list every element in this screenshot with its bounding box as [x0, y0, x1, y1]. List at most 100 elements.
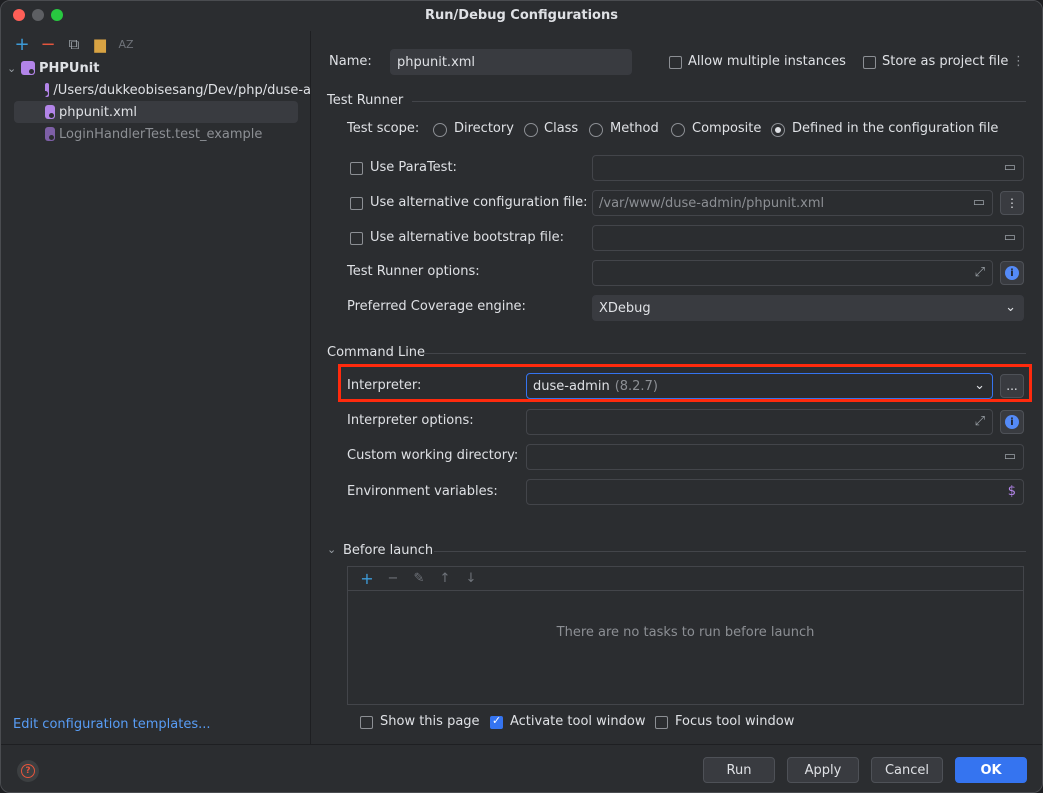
runner-options-field[interactable]: ⤢ [592, 260, 993, 286]
show-page-checkbox[interactable] [360, 716, 373, 729]
run-debug-dialog: Run/Debug Configurations + − ⧉ ▆ AZ ⌄ PH… [0, 0, 1043, 793]
interpreter-options-label: Interpreter options: [347, 413, 474, 428]
allow-multiple-checkbox[interactable] [669, 56, 682, 69]
activate-tool-window-checkbox[interactable] [490, 714, 503, 729]
help-button[interactable]: ? [17, 760, 39, 782]
config-tree-pane: + − ⧉ ▆ AZ ⌄ PHPUnit /Users/dukkeobisesa… [1, 31, 311, 744]
tree-item-label: LoginHandlerTest.test_example [59, 126, 263, 142]
tree-item-directory[interactable]: /Users/dukkeobisesang/Dev/php/duse-a [45, 79, 311, 101]
phpunit-icon [45, 105, 55, 119]
interpreter-browse-button[interactable]: ... [1000, 374, 1024, 398]
phpunit-icon [21, 61, 35, 75]
coverage-engine-value: XDebug [599, 300, 651, 316]
phpunit-icon [45, 127, 55, 141]
help-icon: ? [21, 764, 35, 778]
tree-item-login-test[interactable]: LoginHandlerTest.test_example [45, 123, 311, 145]
phpunit-icon [45, 83, 50, 97]
ok-button[interactable]: OK [955, 757, 1027, 783]
alt-config-field[interactable]: /var/www/duse-admin/phpunit.xml ▭ [592, 190, 993, 216]
tree-item-label: phpunit.xml [59, 104, 138, 120]
test-scope-label: Test scope: [347, 121, 420, 136]
expand-icon[interactable]: ⤢ [975, 265, 985, 280]
remove-icon[interactable]: − [35, 34, 61, 55]
scope-directory-radio[interactable] [433, 123, 447, 137]
scope-composite-radio[interactable] [671, 123, 685, 137]
tree-item-phpunit[interactable]: ⌄ PHPUnit [7, 57, 307, 79]
scope-class-label: Class [544, 121, 579, 136]
move-down-icon[interactable]: ↓ [458, 571, 484, 586]
name-field[interactable]: phpunit.xml [390, 49, 632, 75]
use-paratest-checkbox[interactable] [350, 162, 363, 175]
cancel-button[interactable]: Cancel [871, 757, 943, 783]
scope-method-radio[interactable] [589, 123, 603, 137]
use-alt-bootstrap-label: Use alternative bootstrap file: [370, 230, 564, 245]
window-title: Run/Debug Configurations [425, 8, 618, 23]
scope-config-file-radio[interactable] [771, 123, 785, 137]
tree-root-label: PHPUnit [39, 60, 100, 76]
store-project-checkbox[interactable] [863, 56, 876, 69]
env-vars-field[interactable]: $ [526, 479, 1024, 505]
use-paratest-label: Use ParaTest: [370, 160, 457, 175]
scope-composite-label: Composite [692, 121, 762, 136]
remove-task-icon[interactable]: − [380, 571, 406, 586]
scope-class-radio[interactable] [524, 123, 538, 137]
before-launch-section-title: Before launch [343, 543, 434, 558]
add-task-icon[interactable]: + [354, 569, 380, 588]
workdir-field[interactable]: ▭ [526, 444, 1024, 470]
chevron-down-icon: ⌄ [974, 378, 985, 393]
use-alt-config-label: Use alternative configuration file: [370, 195, 588, 210]
paratest-path-field[interactable]: ▭ [592, 155, 1024, 181]
section-divider [434, 551, 1026, 552]
before-launch-task-list: + − ✎ ↑ ↓ There are no tasks to run befo… [347, 566, 1024, 705]
activate-tool-window-label: Activate tool window [510, 714, 646, 729]
dollar-icon[interactable]: $ [1008, 484, 1016, 499]
section-divider [424, 353, 1026, 354]
interpreter-select[interactable]: duse-admin (8.2.7) ⌄ [526, 373, 993, 399]
title-bar: Run/Debug Configurations [1, 1, 1042, 31]
config-details-pane: Name: phpunit.xml Allow multiple instanc… [312, 31, 1042, 744]
apply-button[interactable]: Apply [787, 757, 859, 783]
edit-templates-link[interactable]: Edit configuration templates... [13, 717, 211, 732]
show-page-label: Show this page [380, 714, 480, 729]
interpreter-version: (8.2.7) [614, 378, 658, 394]
chevron-down-icon[interactable]: ⌄ [7, 62, 21, 75]
copy-icon[interactable]: ⧉ [61, 35, 87, 53]
folder-icon[interactable]: ▭ [1004, 160, 1016, 175]
test-runner-section-title: Test Runner [327, 93, 404, 108]
add-icon[interactable]: + [9, 34, 35, 55]
dialog-footer: ? Run Apply Cancel OK [1, 744, 1042, 792]
use-alt-bootstrap-checkbox[interactable] [350, 232, 363, 245]
scope-config-file-label: Defined in the configuration file [792, 121, 999, 136]
command-line-section-title: Command Line [327, 345, 426, 360]
folder-icon[interactable]: ▭ [973, 195, 985, 210]
tree-toolbar: + − ⧉ ▆ AZ [9, 34, 139, 55]
folder-icon[interactable]: ▆ [87, 35, 113, 53]
runner-options-info-button[interactable]: i [1000, 261, 1024, 285]
runner-options-label: Test Runner options: [347, 264, 480, 279]
focus-tool-window-checkbox[interactable] [655, 716, 668, 729]
move-up-icon[interactable]: ↑ [432, 571, 458, 586]
info-icon: i [1005, 415, 1019, 429]
sort-icon[interactable]: AZ [113, 35, 139, 53]
folder-icon[interactable]: ▭ [1004, 230, 1016, 245]
edit-task-icon[interactable]: ✎ [406, 571, 432, 586]
empty-tasks-message: There are no tasks to run before launch [556, 625, 815, 640]
expand-icon[interactable]: ⤢ [975, 414, 985, 429]
chevron-down-icon[interactable]: ⌄ [327, 543, 336, 556]
run-button[interactable]: Run [703, 757, 775, 783]
focus-tool-window-label: Focus tool window [675, 714, 795, 729]
name-label: Name: [329, 54, 372, 69]
use-alt-config-checkbox[interactable] [350, 197, 363, 210]
interpreter-value: duse-admin [533, 378, 610, 394]
workdir-label: Custom working directory: [347, 448, 519, 463]
coverage-engine-select[interactable]: XDebug ⌄ [592, 295, 1024, 321]
interpreter-options-info-button[interactable]: i [1000, 410, 1024, 434]
alt-config-value: /var/www/duse-admin/phpunit.xml [599, 195, 825, 211]
tree-item-phpunit-xml[interactable]: phpunit.xml [14, 101, 298, 123]
folder-icon[interactable]: ▭ [1004, 449, 1016, 464]
alt-bootstrap-field[interactable]: ▭ [592, 225, 1024, 251]
more-options-icon[interactable]: ⋮ [1012, 54, 1025, 69]
scope-method-label: Method [610, 121, 659, 136]
interpreter-options-field[interactable]: ⤢ [526, 409, 993, 435]
alt-config-more-button[interactable]: ⋮ [1000, 191, 1024, 215]
